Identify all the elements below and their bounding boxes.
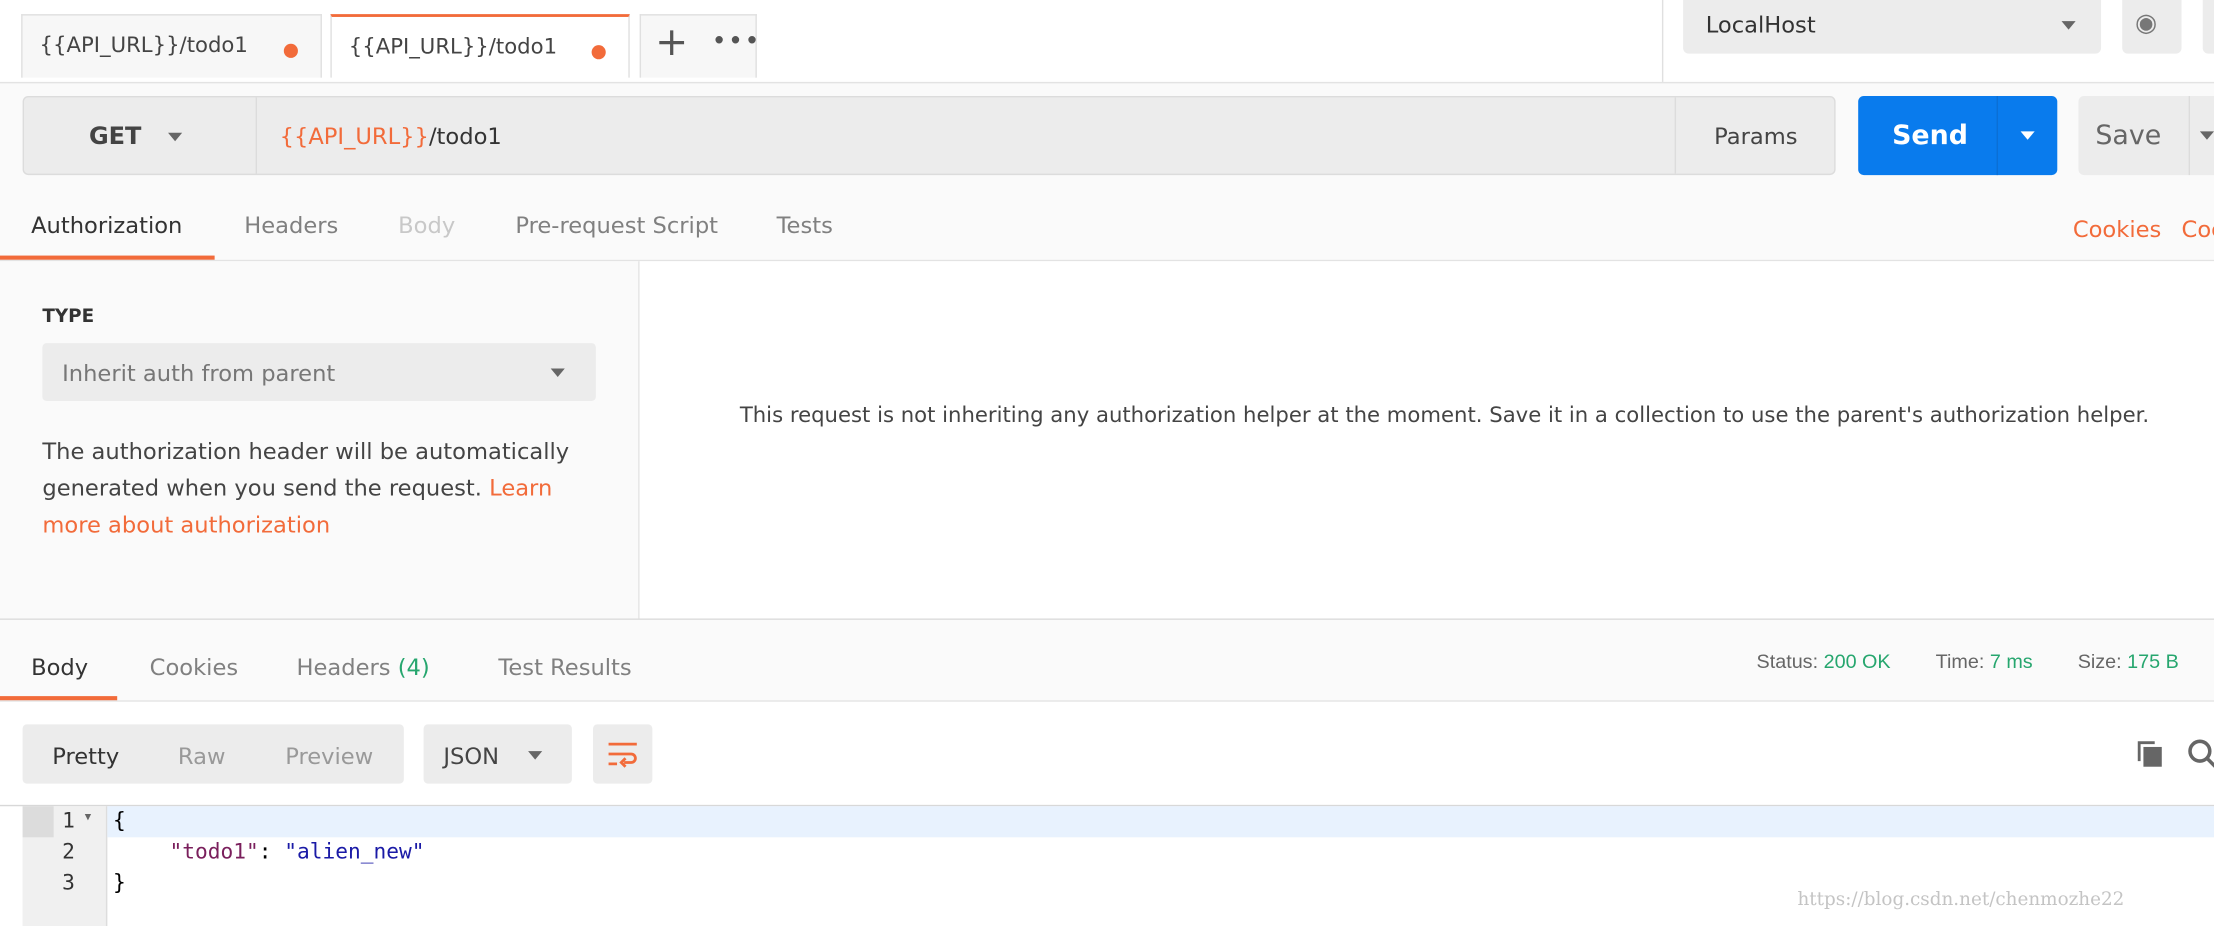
unsaved-dot-icon [283, 43, 298, 58]
search-icon[interactable] [2186, 737, 2214, 771]
time-label: Time: [1935, 649, 1985, 673]
pretty-button[interactable]: Pretty [52, 743, 119, 770]
environment-select[interactable]: LocalHost [1683, 0, 2102, 54]
environment-quick-look-button[interactable]: ◉ [2122, 0, 2182, 54]
json-colon: : [258, 838, 285, 865]
tab-headers[interactable]: Headers [244, 212, 338, 239]
new-tab-plus-icon[interactable]: + [655, 18, 688, 65]
copy-icon[interactable] [2135, 738, 2166, 769]
divider [0, 81, 2214, 84]
status-value: 200 OK [1823, 649, 1891, 673]
json-value: "alien_new" [284, 838, 425, 865]
response-tab-test-results[interactable]: Test Results [498, 654, 631, 681]
json-line: "todo1": "alien_new" [169, 839, 424, 864]
json-brace: } [112, 869, 126, 896]
type-label: TYPE [42, 306, 95, 328]
tab-pre-request-script[interactable]: Pre-request Script [515, 212, 718, 239]
divider [0, 618, 2214, 620]
line-number: 1 [62, 807, 75, 834]
tab-label: {{API_URL}}/todo1 [348, 33, 558, 60]
url-input[interactable]: {{API_URL}}/todo1 [257, 97, 1675, 173]
request-tab[interactable]: {{API_URL}}/todo1 [21, 14, 322, 78]
save-label: Save [2095, 120, 2162, 152]
watermark: https://blog.csdn.net/chenmozhe22 [1797, 889, 2125, 911]
send-label: Send [1892, 120, 1968, 152]
size-label: Size: [2077, 649, 2122, 673]
more-ellipsis-icon[interactable]: ••• [712, 27, 761, 57]
code-link[interactable]: Coc [2182, 216, 2214, 243]
unsaved-dot-icon [591, 45, 606, 60]
tab-tests[interactable]: Tests [777, 212, 833, 239]
chevron-down-icon [2020, 131, 2035, 140]
save-button[interactable]: Save [2078, 96, 2214, 176]
tab-authorization[interactable]: Authorization [31, 212, 182, 239]
active-line-highlight [107, 806, 2214, 838]
params-button[interactable]: Params [1674, 97, 1837, 174]
url-bar: GET {{API_URL}}/todo1 Params [22, 96, 1837, 176]
url-variable: {{API_URL}} [279, 122, 429, 150]
json-brace: { [112, 807, 126, 834]
wrap-icon [608, 742, 637, 768]
environment-value: LocalHost [1705, 11, 1816, 39]
tab-label: {{API_URL}}/todo1 [39, 32, 248, 58]
auth-description: The authorization header will be automat… [42, 433, 593, 543]
chevron-down-icon [550, 368, 565, 378]
request-tab-active[interactable]: {{API_URL}}/todo1 [330, 14, 630, 78]
line-number: 3 [62, 869, 75, 896]
response-tab-body[interactable]: Body [31, 654, 88, 681]
params-label: Params [1714, 122, 1798, 150]
status-label: Status: [1756, 649, 1819, 673]
cookies-link[interactable]: Cookies [2073, 216, 2161, 243]
headers-count: (4) [397, 653, 430, 681]
auth-message: This request is not inheriting any autho… [739, 402, 2150, 428]
eye-icon: ◉ [2134, 8, 2158, 39]
divider [1661, 0, 1664, 82]
send-options-button[interactable] [1996, 96, 2059, 176]
auth-content: This request is not inheriting any autho… [639, 261, 2214, 619]
fold-caret-icon[interactable]: ▾ [85, 810, 91, 824]
response-tab-headers[interactable]: Headers (4) [297, 654, 430, 681]
preview-button[interactable]: Preview [285, 743, 373, 770]
auth-sidebar: TYPE Inherit auth from parent The author… [0, 261, 640, 619]
chevron-down-icon [168, 132, 183, 142]
auth-type-value: Inherit auth from parent [62, 360, 336, 387]
response-meta: Status: 200 OK Time: 7 ms Size: 175 B [1757, 650, 2179, 673]
wrap-lines-button[interactable] [593, 724, 653, 784]
settings-button[interactable] [2202, 0, 2214, 54]
send-button[interactable]: Send [1858, 96, 2059, 176]
json-key: "todo1" [169, 838, 259, 865]
method-value: GET [88, 122, 142, 152]
raw-button[interactable]: Raw [178, 743, 226, 770]
line-number: 2 [62, 838, 75, 865]
postman-window: {{API_URL}}/todo1 {{API_URL}}/todo1 + ••… [0, 0, 2214, 926]
tab-actions: + ••• [639, 14, 759, 78]
auth-type-select[interactable]: Inherit auth from parent [42, 343, 596, 402]
chevron-down-icon [528, 751, 543, 760]
format-select[interactable]: JSON [423, 724, 572, 784]
chevron-down-icon [2061, 21, 2076, 30]
response-tab-cookies[interactable]: Cookies [150, 654, 238, 681]
format-value: JSON [443, 742, 500, 770]
time-value: 7 ms [1989, 649, 2033, 673]
tab-body[interactable]: Body [398, 212, 455, 239]
chevron-down-icon[interactable] [2199, 131, 2214, 140]
headers-label: Headers [296, 653, 391, 681]
size-value: 175 B [2127, 649, 2179, 673]
method-select[interactable]: GET [24, 97, 257, 174]
view-mode-group: Pretty Raw Preview [22, 724, 404, 784]
url-path: /todo1 [428, 122, 502, 150]
